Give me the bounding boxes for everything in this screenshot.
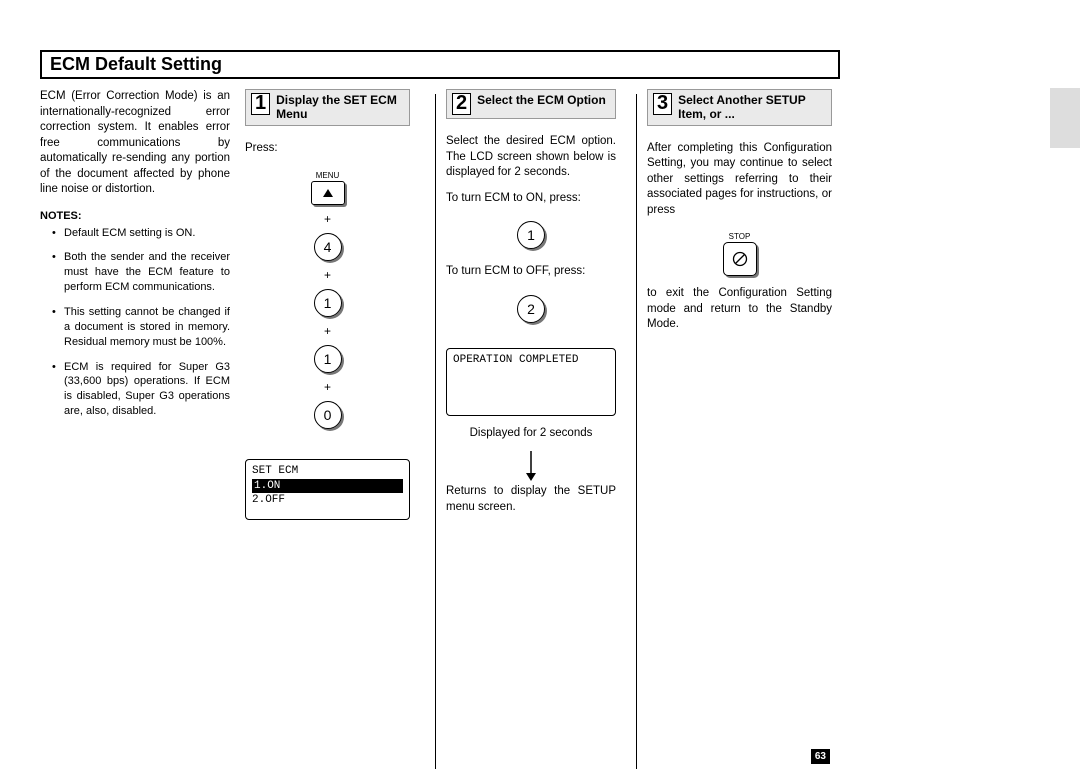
page-title: ECM Default Setting [42,52,230,77]
step-2-intro: Select the desired ECM option. The LCD s… [446,134,616,181]
menu-up-icon [311,181,345,205]
ecm-on-text: To turn ECM to ON, press: [446,191,616,207]
key-4: 4 [314,233,342,261]
notes-list: Default ECM setting is ON. Both the send… [40,226,230,419]
return-text: Returns to display the SETUP menu screen… [446,484,616,515]
exit-text: to exit the Configuration Setting mode a… [647,286,832,333]
step-1-header: 1 Display the SET ECM Menu [245,89,410,126]
plus-sign: + [245,380,410,394]
step-1-number: 1 [251,93,270,115]
page-title-bar: ECM Default Setting [40,50,840,79]
stop-icon [723,242,757,276]
note-item: ECM is required for Super G3 (33,600 bps… [52,360,230,419]
step-3-intro: After completing this Configuration Sett… [647,141,832,219]
step-2-header: 2 Select the ECM Option [446,89,616,119]
menu-button-label: MENU [311,171,345,180]
step-3-title: Select Another SETUP Item, or ... [678,93,826,122]
key-off-2: 2 [517,295,545,323]
lcd-option-on: 1.ON [252,479,403,493]
displayed-2s-text: Displayed for 2 seconds [446,426,616,442]
step-2-title: Select the ECM Option [477,93,606,107]
page-number: 63 [811,749,830,764]
key-1b: 1 [314,345,342,373]
plus-sign: + [245,268,410,282]
key-1: 1 [314,289,342,317]
stop-button-label: STOP [723,232,757,241]
step-3-header: 3 Select Another SETUP Item, or ... [647,89,832,126]
intro-text: ECM (Error Correction Mode) is an intern… [40,89,230,198]
lcd-option-off: 2.OFF [252,493,403,507]
ecm-off-text: To turn ECM to OFF, press: [446,264,616,280]
note-item: Both the sender and the receiver must ha… [52,250,230,295]
side-tab [1050,88,1080,148]
note-item: This setting cannot be changed if a docu… [52,305,230,350]
step-3-number: 3 [653,93,672,115]
step-1-title: Display the SET ECM Menu [276,93,404,122]
press-label: Press: [245,141,410,157]
stop-button: STOP [723,232,757,276]
plus-sign: + [245,212,410,226]
step-2-number: 2 [452,93,471,115]
key-on-1: 1 [517,221,545,249]
lcd-message: OPERATION COMPLETED [453,353,609,367]
menu-button: MENU [311,171,345,205]
note-item: Default ECM setting is ON. [52,226,230,241]
key-0: 0 [314,401,342,429]
lcd-screen-set-ecm: SET ECM 1.ON 2.OFF [245,459,410,520]
notes-header: NOTES: [40,210,230,222]
arrow-down-icon [526,451,536,481]
lcd-screen-operation-completed: OPERATION COMPLETED [446,348,616,416]
lcd-title: SET ECM [252,464,403,478]
plus-sign: + [245,324,410,338]
